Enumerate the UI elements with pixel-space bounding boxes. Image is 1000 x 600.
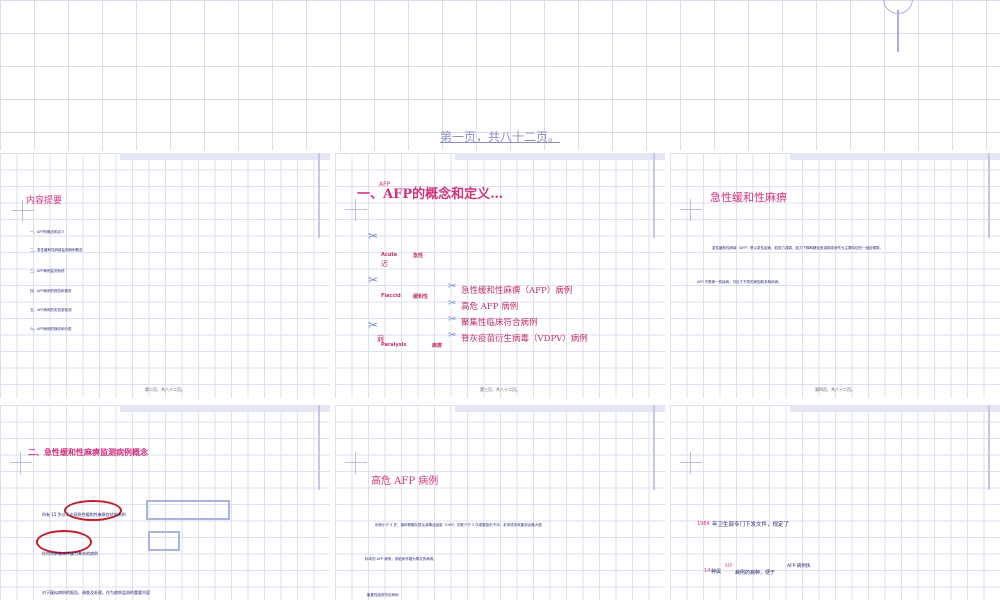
term-paralysis-cn: 麻痹 [432, 343, 443, 349]
body-text: 对于疑似病例的报告、调查及处理，作为病例监测的重要内容 [42, 590, 150, 595]
scissors-icon: ✂ [448, 314, 457, 325]
list-item: 三、AFP病例监测系统 [30, 269, 65, 273]
scissors-icon: ✂ [448, 281, 457, 292]
slide-thumbnail-7[interactable]: 1984 年卫生部专门下发文件，规定了 14 种属 AFP 病例的病种，便于 A… [670, 405, 1000, 600]
bullet-item: 急性缓和性麻痹（AFP）病例 [461, 286, 573, 296]
term-acute: Acute [381, 252, 398, 258]
list-item: 五、AFP病例的实验室检测 [30, 308, 72, 312]
vertical-line-decoration [897, 10, 899, 52]
slide-footer: 第二页，共八十二页。 [145, 387, 185, 392]
body-text: 聚集性临床符合病例 [367, 593, 399, 597]
slide-title: 内容提要 [26, 196, 63, 206]
slide-title: 二、急性缓和性麻痹监测病例概念 [28, 447, 148, 457]
scissors-icon: ✂ [368, 273, 379, 287]
body-text: 所有 15 岁以下出现急性缓和性麻痹症状的病例 [42, 512, 126, 517]
body-text: 急性缓和性麻痹（AFP）是以急性起病、肌张力减弱、肌力下降和腱反射减弱或消失为主… [712, 246, 884, 250]
term-flaccid-cn: 缓和性 [413, 294, 429, 300]
blue-box [148, 531, 180, 551]
slide-title: 急性缓和性麻痹 [710, 191, 787, 204]
year-number: 1984 [697, 521, 710, 527]
slide-thumbnail-2[interactable]: 内容提要 一、AFP的概念和定义 二、急性缓和性麻痹监测病例概念 三、AFP病例… [0, 153, 330, 398]
slide-title: 高危 AFP 病例 [371, 476, 439, 487]
scissors-icon: ✂ [368, 229, 379, 243]
scissors-icon: ✂ [368, 318, 379, 332]
body-text: 任何年龄临床怀疑为脊灰的病例 [42, 551, 98, 556]
slide-thumbnail-4[interactable]: 急性缓和性麻痹 急性缓和性麻痹（AFP）是以急性起病、肌张力减弱、肌力下降和腱反… [670, 153, 1000, 398]
slide-thumbnail-5[interactable]: 二、急性缓和性麻痹监测病例概念 所有 15 岁以下出现急性缓和性麻痹症状的病例 … [0, 405, 330, 600]
bullet-item: 聚集性临床符合病例 [461, 318, 538, 328]
slide-footer: 第三页，共八十二页。 [480, 387, 520, 392]
blue-box [146, 500, 230, 520]
term-flaccid: Flaccid [381, 293, 401, 299]
term-acute-cn: 急性 [413, 253, 424, 259]
scissors-icon: ✂ [448, 330, 457, 341]
body-text: 标本的 AFP 病例；或临床怀疑为脊灰的病例。 [365, 557, 437, 561]
list-item: 四、AFP病例的报告和调查 [30, 289, 72, 293]
body-text: 年卫生部专门下发文件，规定了 [712, 522, 790, 528]
slide-footer: 第四页，共八十二页。 [815, 387, 855, 392]
title-superscript: AFP [379, 181, 391, 188]
bullet-item: 脊灰疫苗衍生病毒（VDPV）病例 [461, 334, 588, 344]
top-slide: 第一页，共八十二页。 [0, 0, 1000, 150]
body-text: 年龄小于 5 岁、接种脊髓灰质炎减毒活疫苗（OPV）次数少于 3 次或服苗史不详… [375, 523, 542, 527]
scissors-icon: ✂ [448, 298, 457, 309]
list-item: 二、急性缓和性麻痹监测病例概念 [30, 248, 83, 252]
page-caption[interactable]: 第一页，共八十二页。 [0, 128, 1000, 145]
list-item: 六、AFP病例的随访和分类 [30, 327, 72, 331]
slide-thumbnail-6[interactable]: 高危 AFP 病例 年龄小于 5 岁、接种脊髓灰质炎减毒活疫苗（OPV）次数少于… [335, 405, 665, 600]
term-paralysis: Paralysis [381, 342, 407, 348]
body-text: AFP 不是单一的疾病，可见于不同的病因和多种疾病。 [697, 280, 782, 284]
slide-thumbnail-3[interactable]: 一、AFP的概念和定义… AFP ✂ Acute 急性 迟 ✂ Flaccid … [335, 153, 665, 398]
header-band [120, 153, 330, 160]
list-item: 一、AFP的概念和定义 [30, 230, 65, 234]
bullet-item: 高危 AFP 病例 [461, 302, 519, 312]
